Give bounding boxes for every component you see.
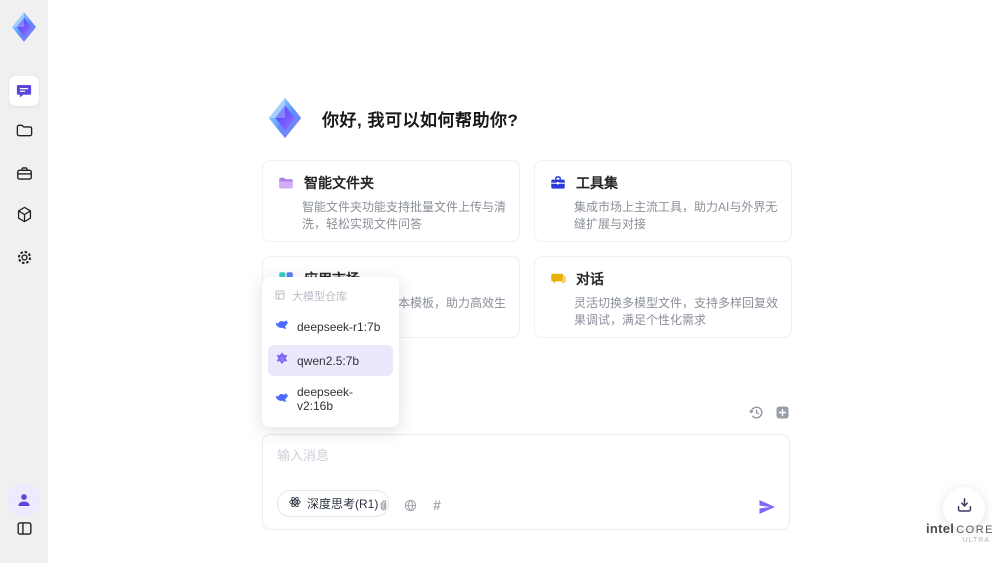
card-description: 灵活切换多模型文件，支持多样回复效果调试，满足个性化需求 xyxy=(574,296,779,327)
model-option-qwen[interactable]: qwen2.5:7b xyxy=(268,345,393,376)
hash-icon[interactable]: # xyxy=(429,497,445,513)
composer-icons: # xyxy=(375,497,445,513)
deepseek-whale-icon xyxy=(274,390,290,409)
model-option-deepseek-r1[interactable]: deepseek-r1:7b xyxy=(268,311,393,342)
card-title: 智能文件夹 xyxy=(304,175,374,191)
repo-box-icon xyxy=(274,289,286,304)
chat-toolbar-right xyxy=(748,404,791,421)
hash-glyph: # xyxy=(433,497,441,513)
gear-icon xyxy=(15,248,34,267)
qwen-logo-icon xyxy=(274,351,290,370)
model-repo-link[interactable]: 大模型仓库 xyxy=(268,283,393,308)
model-dropdown: 大模型仓库 deepseek-r1:7b qwen2.5:7b deepseek… xyxy=(262,277,399,427)
card-description: 智能文件夹功能支持批量文件上传与清洗，轻松实现文件问答 xyxy=(302,200,507,231)
new-chat-icon[interactable] xyxy=(774,404,791,421)
message-composer: 深度思考(R1) # xyxy=(262,434,790,530)
intel-wordmark: intel xyxy=(926,521,955,536)
model-option-label: qwen2.5:7b xyxy=(297,353,360,368)
deepseek-whale-icon xyxy=(274,317,290,336)
card-smart-folder[interactable]: 智能文件夹 智能文件夹功能支持批量文件上传与清洗，轻松实现文件问答 xyxy=(262,160,520,242)
sidebar-item-folders[interactable] xyxy=(9,115,39,145)
gem-logo-icon xyxy=(7,10,41,44)
sidebar xyxy=(0,0,48,563)
sidebar-item-toolbox[interactable] xyxy=(9,158,39,188)
history-icon[interactable] xyxy=(748,404,765,421)
folder-icon xyxy=(15,121,34,140)
greeting-text: 你好, 我可以如何帮助你? xyxy=(322,110,519,130)
model-option-deepseek-v2[interactable]: deepseek-v2:16b xyxy=(268,379,393,419)
globe-icon[interactable] xyxy=(402,497,418,513)
greeting-header: 你好, 我可以如何帮助你? xyxy=(262,95,518,141)
yellow-chat-icon xyxy=(549,270,567,288)
briefcase-icon xyxy=(15,164,34,183)
deep-think-label: 深度思考(R1) xyxy=(307,497,379,511)
send-plane-icon[interactable] xyxy=(757,497,777,517)
purple-folder-icon xyxy=(277,174,295,192)
sidebar-item-settings[interactable] xyxy=(9,242,39,272)
chat-bubble-icon xyxy=(15,82,33,100)
user-icon xyxy=(15,491,33,509)
gem-logo-icon xyxy=(262,95,308,141)
paperclip-icon[interactable] xyxy=(375,497,391,513)
sidebar-item-collapse[interactable] xyxy=(9,513,39,543)
message-input[interactable] xyxy=(277,445,773,485)
atom-icon xyxy=(288,495,302,512)
card-toolset[interactable]: 工具集 集成市场上主流工具，助力AI与外界无缝扩展与对接 xyxy=(534,160,792,242)
blue-briefcase-icon xyxy=(549,174,567,192)
download-tray-icon xyxy=(955,496,974,520)
card-title: 工具集 xyxy=(576,175,618,191)
cube-icon xyxy=(15,205,34,224)
sidebar-item-user[interactable] xyxy=(9,485,39,515)
sidebar-item-apps[interactable] xyxy=(9,199,39,229)
model-repo-label: 大模型仓库 xyxy=(292,291,347,303)
deep-think-toggle[interactable]: 深度思考(R1) xyxy=(277,490,390,517)
model-option-label: deepseek-v2:16b xyxy=(297,385,354,413)
app-window: 你好, 我可以如何帮助你? 智能文件夹 智能文件夹功能支持批量文件上传与清洗，轻… xyxy=(0,0,1000,563)
panel-toggle-icon xyxy=(15,519,34,538)
card-conversation[interactable]: 对话 灵活切换多模型文件，支持多样回复效果调试，满足个性化需求 xyxy=(534,256,792,338)
card-description: 集成市场上主流工具，助力AI与外界无缝扩展与对接 xyxy=(574,200,778,231)
intel-core-logo: intel CORE ULTRA xyxy=(926,521,995,544)
card-title: 对话 xyxy=(576,271,604,287)
model-option-label: deepseek-r1:7b xyxy=(297,319,381,334)
ultra-wordmark: ULTRA xyxy=(962,537,990,544)
sidebar-item-chat[interactable] xyxy=(9,76,39,106)
core-wordmark: CORE xyxy=(956,524,995,536)
